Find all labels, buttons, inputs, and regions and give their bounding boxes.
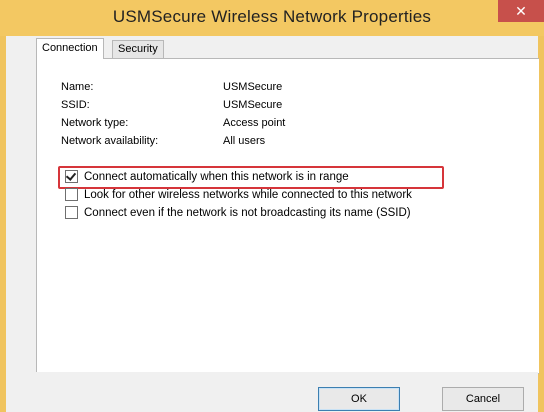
connection-tab-panel: Name: USMSecure SSID: USMSecure Network … <box>36 58 539 374</box>
name-value: USMSecure <box>223 81 283 93</box>
ssid-value: USMSecure <box>223 99 283 111</box>
cancel-button[interactable]: Cancel <box>442 387 524 411</box>
dialog-client-area: Connection Security Name: USMSecure SSID… <box>6 36 539 412</box>
connect-automatically-option[interactable]: Connect automatically when this network … <box>65 169 349 184</box>
checkmark-icon <box>65 170 77 181</box>
look-for-other-networks-label: Look for other wireless networks while c… <box>84 188 412 201</box>
properties-dialog: USMSecure Wireless Network Properties ✕ … <box>0 0 544 412</box>
connect-automatically-label: Connect automatically when this network … <box>84 170 349 183</box>
network-type-label: Network type: <box>61 117 129 129</box>
tab-security[interactable]: Security <box>112 40 164 58</box>
look-for-other-networks-checkbox[interactable] <box>65 188 78 201</box>
connect-automatically-checkbox[interactable] <box>65 170 78 183</box>
window-title: USMSecure Wireless Network Properties <box>112 7 432 26</box>
dialog-footer: OK Cancel <box>36 372 538 412</box>
ssid-label: SSID: <box>61 99 90 111</box>
name-label: Name: <box>61 81 94 93</box>
ok-button[interactable]: OK <box>318 387 400 411</box>
availability-label: Network availability: <box>61 135 159 147</box>
close-icon: ✕ <box>515 2 527 19</box>
tab-connection[interactable]: Connection <box>36 38 104 59</box>
connect-hidden-network-option[interactable]: Connect even if the network is not broad… <box>65 205 411 220</box>
availability-value: All users <box>223 135 266 147</box>
connect-hidden-network-checkbox[interactable] <box>65 206 78 219</box>
network-type-value: Access point <box>223 117 286 129</box>
title-bar[interactable]: USMSecure Wireless Network Properties ✕ <box>0 0 544 36</box>
close-button[interactable]: ✕ <box>498 0 544 22</box>
connect-hidden-network-label: Connect even if the network is not broad… <box>84 206 411 219</box>
look-for-other-networks-option[interactable]: Look for other wireless networks while c… <box>65 187 412 202</box>
